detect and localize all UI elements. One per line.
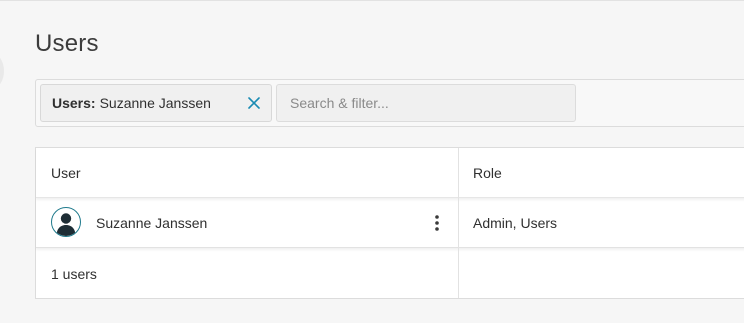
search-filter-input[interactable] [276,84,576,122]
filter-chip-users[interactable]: Users: Suzanne Janssen [40,84,272,122]
users-page: Users Users: Suzanne Janssen User Role [0,0,744,323]
users-table: User Role Suzanne Janssen Admin, Users 1… [35,147,744,299]
column-divider [458,148,459,298]
top-divider [0,0,744,1]
user-name[interactable]: Suzanne Janssen [96,198,207,247]
kebab-menu-icon[interactable] [428,212,446,234]
user-role: Admin, Users [473,214,558,231]
user-avatar-icon [51,207,81,237]
column-header-role[interactable]: Role [473,148,502,197]
table-footer-row: 1 users [36,248,744,299]
filter-bar: Users: Suzanne Janssen [35,79,744,127]
table-row[interactable]: Suzanne Janssen Admin, Users [36,198,744,248]
sidebar-toggle-handle[interactable] [0,54,4,88]
user-count: 1 users [51,265,97,282]
table-header-row: User Role [36,148,744,198]
close-icon[interactable] [243,92,265,114]
filter-chip-value: Suzanne Janssen [99,95,211,111]
filter-chip-key: Users: [52,95,96,111]
page-title: Users [35,30,99,57]
column-header-user[interactable]: User [51,148,81,197]
